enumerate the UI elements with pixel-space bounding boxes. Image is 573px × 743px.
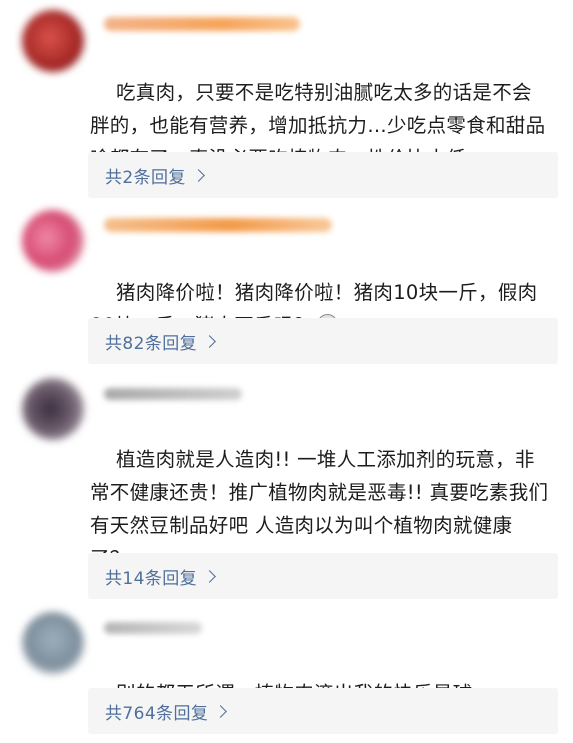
chevron-right-icon: [214, 704, 228, 718]
avatar[interactable]: [22, 210, 84, 272]
reply-count-label: 共764条回复: [105, 703, 209, 724]
avatar[interactable]: [22, 378, 84, 440]
username-blurred[interactable]: [104, 218, 332, 232]
view-replies-button[interactable]: 共2条回复: [88, 152, 558, 198]
reply-count-label: 共14条回复: [105, 568, 198, 589]
chevron-right-icon: [203, 334, 216, 348]
username-blurred[interactable]: [104, 622, 202, 634]
avatar[interactable]: [22, 10, 84, 72]
chevron-right-icon: [203, 569, 216, 583]
chevron-right-icon: [191, 168, 205, 182]
view-replies-button[interactable]: 共82条回复: [88, 318, 558, 364]
avatar[interactable]: [22, 612, 84, 674]
view-replies-button[interactable]: 共14条回复: [88, 553, 558, 599]
reply-count-label: 共2条回复: [105, 167, 186, 188]
username-blurred[interactable]: [104, 17, 300, 31]
reply-count-label: 共82条回复: [105, 333, 198, 354]
username-blurred[interactable]: [104, 388, 242, 400]
view-replies-button[interactable]: 共764条回复: [88, 688, 558, 734]
